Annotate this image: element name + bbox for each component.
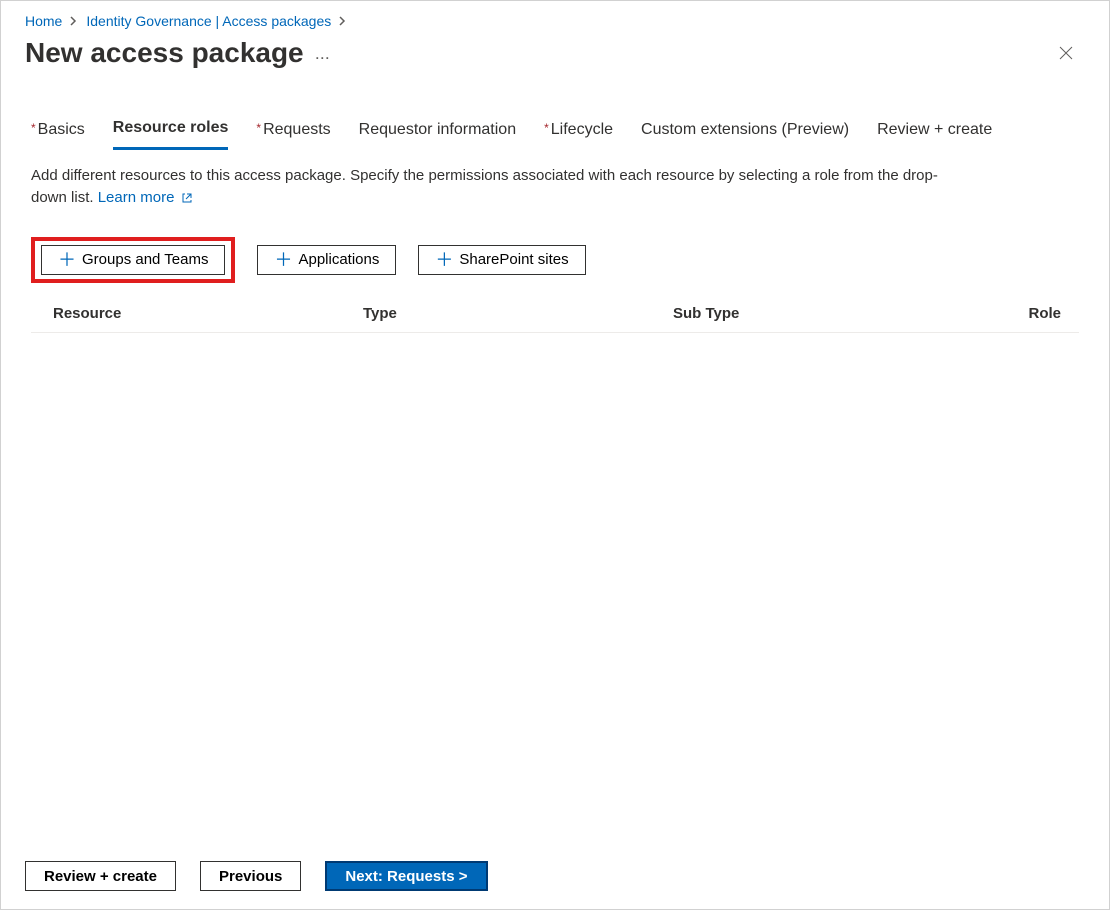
column-header-resource[interactable]: Resource: [53, 305, 363, 322]
tab-label: Requests: [263, 121, 331, 139]
resource-button-row: ＋ Groups and Teams ＋ Applications ＋ Shar…: [31, 237, 1079, 283]
tab-label: Custom extensions (Preview): [641, 121, 849, 139]
tab-review-create[interactable]: Review + create: [877, 119, 992, 150]
breadcrumb-path[interactable]: Identity Governance | Access packages: [86, 13, 331, 29]
tab-custom-extensions[interactable]: Custom extensions (Preview): [641, 119, 849, 150]
tab-label: Review + create: [877, 121, 992, 139]
learn-more-link[interactable]: Learn more: [98, 189, 193, 206]
tab-label: Basics: [38, 121, 85, 139]
column-header-role[interactable]: Role: [963, 305, 1061, 322]
chevron-right-icon: [339, 16, 347, 26]
tab-label: Resource roles: [113, 119, 229, 137]
breadcrumb: Home Identity Governance | Access packag…: [1, 1, 1109, 33]
required-indicator: *: [256, 121, 261, 135]
tab-bar: * Basics Resource roles * Requests Reque…: [1, 69, 1109, 151]
tab-basics[interactable]: * Basics: [31, 119, 85, 150]
close-button[interactable]: [1053, 40, 1079, 66]
previous-button[interactable]: Previous: [200, 861, 301, 891]
highlight-groups-teams: ＋ Groups and Teams: [31, 237, 235, 283]
next-button[interactable]: Next: Requests >: [325, 861, 487, 891]
required-indicator: *: [544, 121, 549, 135]
more-menu-icon[interactable]: ···: [316, 51, 331, 65]
plus-icon: ＋: [435, 251, 453, 269]
review-create-button[interactable]: Review + create: [25, 861, 176, 891]
tab-label: Lifecycle: [551, 121, 613, 139]
description-text: Add different resources to this access p…: [31, 165, 951, 209]
button-label: Groups and Teams: [82, 251, 208, 268]
tab-label: Requestor information: [359, 121, 516, 139]
content-area: Add different resources to this access p…: [1, 151, 1109, 909]
tab-requests[interactable]: * Requests: [256, 119, 330, 150]
page-title: New access package ···: [25, 37, 331, 69]
column-header-subtype[interactable]: Sub Type: [673, 305, 963, 322]
add-sharepoint-button[interactable]: ＋ SharePoint sites: [418, 245, 585, 275]
column-header-type[interactable]: Type: [363, 305, 673, 322]
button-label: Applications: [298, 251, 379, 268]
button-label: SharePoint sites: [459, 251, 568, 268]
required-indicator: *: [31, 121, 36, 135]
add-groups-teams-button[interactable]: ＋ Groups and Teams: [41, 245, 225, 275]
resource-table-header: Resource Type Sub Type Role: [31, 295, 1079, 333]
add-applications-button[interactable]: ＋ Applications: [257, 245, 396, 275]
close-icon: [1059, 46, 1073, 60]
learn-more-label: Learn more: [98, 189, 175, 206]
plus-icon: ＋: [274, 251, 292, 269]
tab-requestor-information[interactable]: Requestor information: [359, 119, 516, 150]
tab-lifecycle[interactable]: * Lifecycle: [544, 119, 613, 150]
plus-icon: ＋: [58, 251, 76, 269]
tab-resource-roles[interactable]: Resource roles: [113, 119, 229, 150]
breadcrumb-home[interactable]: Home: [25, 13, 62, 29]
external-link-icon: [181, 192, 193, 204]
page-title-text: New access package: [25, 37, 304, 69]
footer-bar: Review + create Previous Next: Requests …: [1, 845, 1109, 909]
chevron-right-icon: [70, 16, 78, 26]
